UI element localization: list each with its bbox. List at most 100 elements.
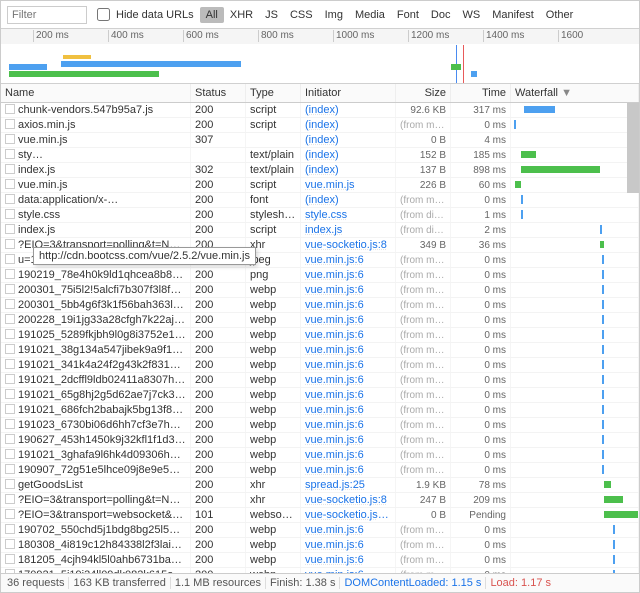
request-initiator[interactable]: vue.min.js:6	[301, 343, 396, 357]
filter-tab-font[interactable]: Font	[391, 7, 425, 23]
request-initiator[interactable]: vue.min.js	[301, 178, 396, 192]
table-row[interactable]: 181205_4cjh94kl5l0ahb6731bak1lhei01204_……	[1, 553, 639, 568]
request-initiator[interactable]: vue.min.js:6	[301, 418, 396, 432]
table-row[interactable]: 190627_453h1450k9j32kfl1f1d33c4i0j5a_1…2…	[1, 433, 639, 448]
table-row[interactable]: 200301_5bb4g6f3k1f56bah363l2k3k2216a_…20…	[1, 298, 639, 313]
table-row[interactable]: 191021_3ghafa9l6hk4d09306h1g5h6ll22_…200…	[1, 448, 639, 463]
filter-tab-doc[interactable]: Doc	[425, 7, 457, 23]
table-row[interactable]: vue.min.js200scriptvue.min.js226 B60 ms	[1, 178, 639, 193]
request-initiator[interactable]: vue.min.js:6	[301, 328, 396, 342]
request-initiator[interactable]: vue.min.js:6	[301, 283, 396, 297]
request-initiator[interactable]: style.css	[301, 208, 396, 222]
filter-tab-other[interactable]: Other	[540, 7, 580, 23]
table-row[interactable]: style.css200stylesheetstyle.css(from dis…	[1, 208, 639, 223]
table-row[interactable]: 180308_4i819c12h84338l2f3laikhkedk37_6…2…	[1, 538, 639, 553]
request-initiator[interactable]: (index)	[301, 118, 396, 132]
network-table-body[interactable]: chunk-vendors.547b95a7.js200script(index…	[1, 103, 639, 573]
table-row[interactable]: 191021_341k4a24f2g43k2f831a3308lfb3e_…20…	[1, 358, 639, 373]
request-initiator[interactable]: vue.min.js:6	[301, 433, 396, 447]
request-initiator[interactable]: vue.min.js:6	[301, 373, 396, 387]
hide-data-urls-checkbox[interactable]: Hide data URLs	[93, 5, 194, 24]
table-row[interactable]: 200228_19i1jg33a28cfgh7k22ajl5kg0b3_1…20…	[1, 313, 639, 328]
col-header-type[interactable]: Type	[246, 84, 301, 102]
request-initiator[interactable]: vue.min.js:6	[301, 268, 396, 282]
request-status: 200	[191, 418, 246, 432]
request-time: 185 ms	[451, 148, 511, 162]
filter-tab-all[interactable]: All	[200, 7, 224, 23]
table-row[interactable]: index.js200scriptindex.js(from disk …2 m…	[1, 223, 639, 238]
request-initiator[interactable]: (index)	[301, 133, 396, 147]
col-header-waterfall[interactable]: Waterfall ▼	[511, 84, 639, 102]
table-row[interactable]: 170921_5i19j34ll09dk082k615aii412g3gh_64…	[1, 568, 639, 573]
filter-tab-js[interactable]: JS	[259, 7, 284, 23]
table-row[interactable]: 191023_6730bi06d6hh7cf3e7h52k4b8gc5…200w…	[1, 418, 639, 433]
request-time: 0 ms	[451, 523, 511, 537]
request-initiator[interactable]: vue.min.js:6	[301, 523, 396, 537]
col-header-initiator[interactable]: Initiator	[301, 84, 396, 102]
request-initiator[interactable]: vue.min.js:6	[301, 313, 396, 327]
request-waterfall	[511, 253, 639, 267]
request-type: script	[246, 103, 301, 117]
request-initiator[interactable]: vue.min.js:6	[301, 538, 396, 552]
request-initiator[interactable]: vue-socketio.js:8	[301, 238, 396, 252]
table-row[interactable]: 191025_5289fkjbh9l0g8i3752e1425h5k5j_1…2…	[1, 328, 639, 343]
table-row[interactable]: index.js302text/plain(index)137 B898 ms	[1, 163, 639, 178]
table-row[interactable]: 200301_75i5l2!5alcfi7b307f3l8f1eja12_112…	[1, 283, 639, 298]
request-type: xhr	[246, 478, 301, 492]
filter-tab-manifest[interactable]: Manifest	[486, 7, 540, 23]
table-row[interactable]: 191021_38g134a547jibek9a9f1hk63gedea_…20…	[1, 343, 639, 358]
request-initiator[interactable]: (index)	[301, 163, 396, 177]
request-initiator[interactable]: vue.min.js:6	[301, 388, 396, 402]
hide-data-urls-box[interactable]	[97, 8, 110, 21]
table-row[interactable]: 190907_72g51e5lhce09j8e9e5ee2l4ce3k5_…20…	[1, 463, 639, 478]
filter-tab-img[interactable]: Img	[319, 7, 349, 23]
table-row[interactable]: sty…text/plain(index)152 B185 ms	[1, 148, 639, 163]
request-initiator[interactable]: (index)	[301, 148, 396, 162]
request-initiator[interactable]: vue-socketio.js:8	[301, 493, 396, 507]
waterfall-bar	[515, 181, 521, 188]
table-row[interactable]: chunk-vendors.547b95a7.js200script(index…	[1, 103, 639, 118]
table-row[interactable]: axios.min.js200script(index)(from mem…0 …	[1, 118, 639, 133]
filter-input[interactable]	[7, 6, 87, 24]
table-row[interactable]: 191021_65g8hj2g5d62ae7j7ck332123b97…200w…	[1, 388, 639, 403]
request-initiator[interactable]: (index)	[301, 193, 396, 207]
table-row[interactable]: 190219_78e4h0k9ld1qhcea8b8a69bajil_18…20…	[1, 268, 639, 283]
status-dcl: DOMContentLoaded: 1.15 s	[344, 577, 486, 589]
request-size: 0 B	[396, 508, 451, 522]
table-row[interactable]: vue.min.js307(index)0 B4 ms	[1, 133, 639, 148]
request-status: 200	[191, 268, 246, 282]
table-row[interactable]: 191021_2dcffl9ldb02411a8307hal95676_1…20…	[1, 373, 639, 388]
request-initiator[interactable]: vue.min.js:6	[301, 253, 396, 267]
table-row[interactable]: 191021_686fch2babajk5bg13f82abg9974b…200…	[1, 403, 639, 418]
request-time: 898 ms	[451, 163, 511, 177]
request-initiator[interactable]: index.js	[301, 223, 396, 237]
table-row[interactable]: data:application/x-…200font(index)(from …	[1, 193, 639, 208]
table-row[interactable]: 190702_550chd5j1bdg8bg25l5a5gbal9jb_…200…	[1, 523, 639, 538]
timeline-overview[interactable]: 200 ms400 ms600 ms800 ms1000 ms1200 ms14…	[1, 29, 639, 84]
table-row[interactable]: ?EIO=3&transport=polling&t=N83w0M-&…200x…	[1, 493, 639, 508]
request-status: 200	[191, 358, 246, 372]
request-initiator[interactable]: vue-socketio.js:10	[301, 508, 396, 522]
request-size: 0 B	[396, 133, 451, 147]
scrollbar-thumb[interactable]	[627, 103, 639, 193]
filter-tab-ws[interactable]: WS	[456, 7, 486, 23]
table-row[interactable]: ?EIO=3&transport=websocket&sid=umI6u…101…	[1, 508, 639, 523]
col-header-time[interactable]: Time	[451, 84, 511, 102]
col-header-status[interactable]: Status	[191, 84, 246, 102]
request-initiator[interactable]: spread.js:25	[301, 478, 396, 492]
filter-tab-media[interactable]: Media	[349, 7, 391, 23]
request-initiator[interactable]: vue.min.js:6	[301, 448, 396, 462]
request-initiator[interactable]: (index)	[301, 103, 396, 117]
col-header-size[interactable]: Size	[396, 84, 451, 102]
request-initiator[interactable]: vue.min.js:6	[301, 463, 396, 477]
request-initiator[interactable]: vue.min.js:6	[301, 553, 396, 567]
table-row[interactable]: getGoodsList200xhrspread.js:251.9 KB78 m…	[1, 478, 639, 493]
filter-tab-css[interactable]: CSS	[284, 7, 319, 23]
request-name: 191021_65g8hj2g5d62ae7j7ck332123b97…	[18, 389, 191, 401]
request-initiator[interactable]: vue.min.js:6	[301, 403, 396, 417]
filter-tab-xhr[interactable]: XHR	[224, 7, 259, 23]
request-initiator[interactable]: vue.min.js:6	[301, 568, 396, 573]
request-initiator[interactable]: vue.min.js:6	[301, 358, 396, 372]
col-header-name[interactable]: Name	[1, 84, 191, 102]
request-initiator[interactable]: vue.min.js:6	[301, 298, 396, 312]
